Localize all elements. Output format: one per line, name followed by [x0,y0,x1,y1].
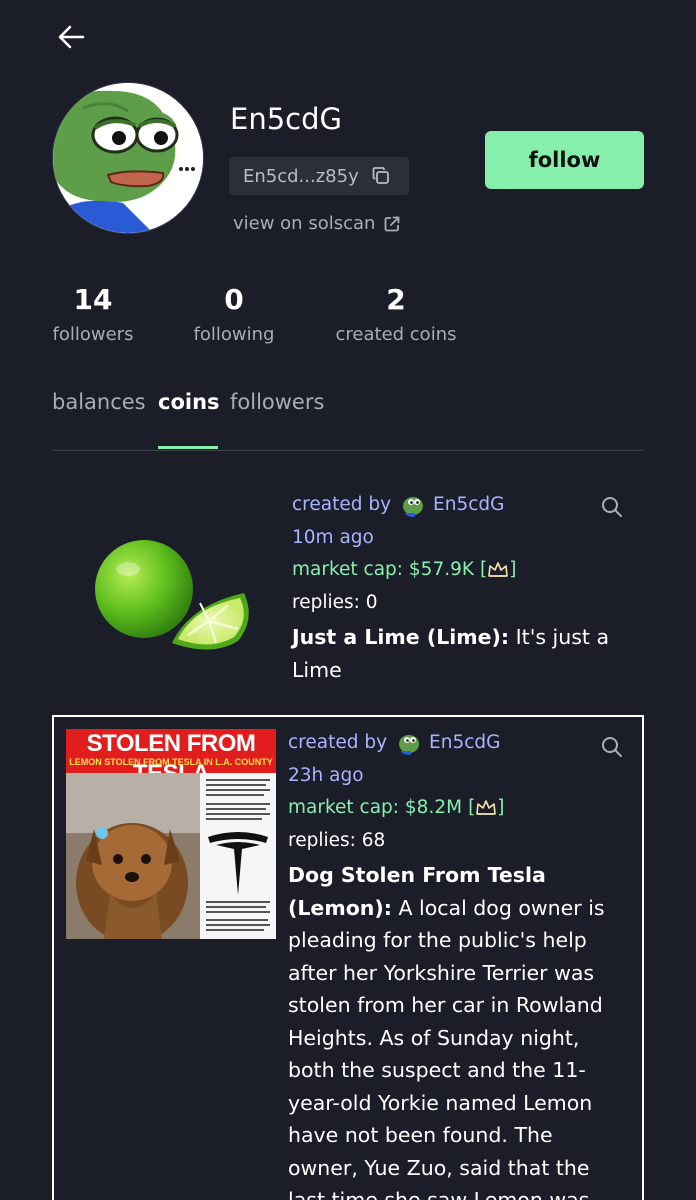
search-icon[interactable] [600,495,624,519]
created-time: 23h ago [288,764,364,786]
following-label: following [193,324,275,345]
tab-followers[interactable]: followers [230,390,324,414]
search-icon[interactable] [600,735,624,759]
lime-image [95,540,249,650]
market-cap: market cap: $8.2M [] [288,792,618,825]
created-time: 10m ago [292,526,374,548]
followers-count: 14 [73,283,113,316]
stolen-dog-news-image: STOLEN FROM TESLA LEMON STOLEN FROM TESL… [66,729,276,939]
creator-avatar [401,493,426,518]
active-tab-indicator [158,446,218,449]
back-button[interactable] [52,18,92,58]
profile-page: En5cdG En5cd...z85y view on solscan foll… [0,0,696,1200]
coin-info: created by En5cdG 23h ago market cap: $8… [288,727,618,1200]
tabs-divider [52,450,644,451]
follow-button[interactable]: follow [485,131,644,189]
external-link-icon [385,216,400,231]
creator-line[interactable]: created by En5cdG [288,727,618,760]
stat-followers[interactable]: 14 followers [52,283,134,346]
coin-info: created by En5cdG 10m ago market cap: $5… [292,489,632,686]
image-subheadline: LEMON STOLEN FROM TESLA IN L.A. COUNTY [69,757,273,767]
created-by-label: created by [292,494,392,515]
tab-balances[interactable]: balances [52,390,146,414]
copy-icon [372,167,389,184]
created-coins-label: created coins [335,324,457,345]
coin-card-highlighted[interactable]: STOLEN FROM TESLA LEMON STOLEN FROM TESL… [52,715,644,1200]
wallet-address-copy[interactable]: En5cd...z85y [229,157,409,195]
tab-coins[interactable]: coins [158,390,220,414]
coin-name: Just a Lime (Lime): [292,625,510,649]
username: En5cdG [230,102,342,136]
market-cap: market cap: $57.9K [] [292,554,632,587]
solscan-label: view on solscan [233,213,376,234]
coin-description-text: A local dog owner is pleading for the pu… [288,895,605,1200]
replies-count: replies: 0 [292,591,378,613]
view-on-solscan-link[interactable]: view on solscan [233,213,401,234]
creator-name: En5cdG [433,494,505,515]
arrow-left-icon [58,25,85,49]
following-count: 0 [224,283,244,316]
coin-card[interactable]: created by En5cdG 10m ago market cap: $5… [52,475,644,700]
avatar [52,82,204,234]
stat-created-coins[interactable]: 2 created coins [334,283,458,346]
market-cap-value: market cap: $57.9K [292,559,474,580]
coin-description: Dog Stolen From Tesla (Lemon): A local d… [288,859,618,1200]
stat-following[interactable]: 0 following [193,283,275,346]
crown-icon: [] [480,559,517,580]
creator-avatar [397,731,422,756]
followers-label: followers [52,324,134,345]
creator-name: En5cdG [429,732,501,753]
wallet-address: En5cd...z85y [243,165,359,187]
replies-count: replies: 68 [288,829,386,851]
created-coins-count: 2 [386,283,406,316]
market-cap-value: market cap: $8.2M [288,797,463,818]
crown-icon: [] [468,797,505,818]
coin-description: Just a Lime (Lime): It's just a Lime [292,621,632,686]
creator-line[interactable]: created by En5cdG [292,489,632,522]
created-by-label: created by [288,732,388,753]
